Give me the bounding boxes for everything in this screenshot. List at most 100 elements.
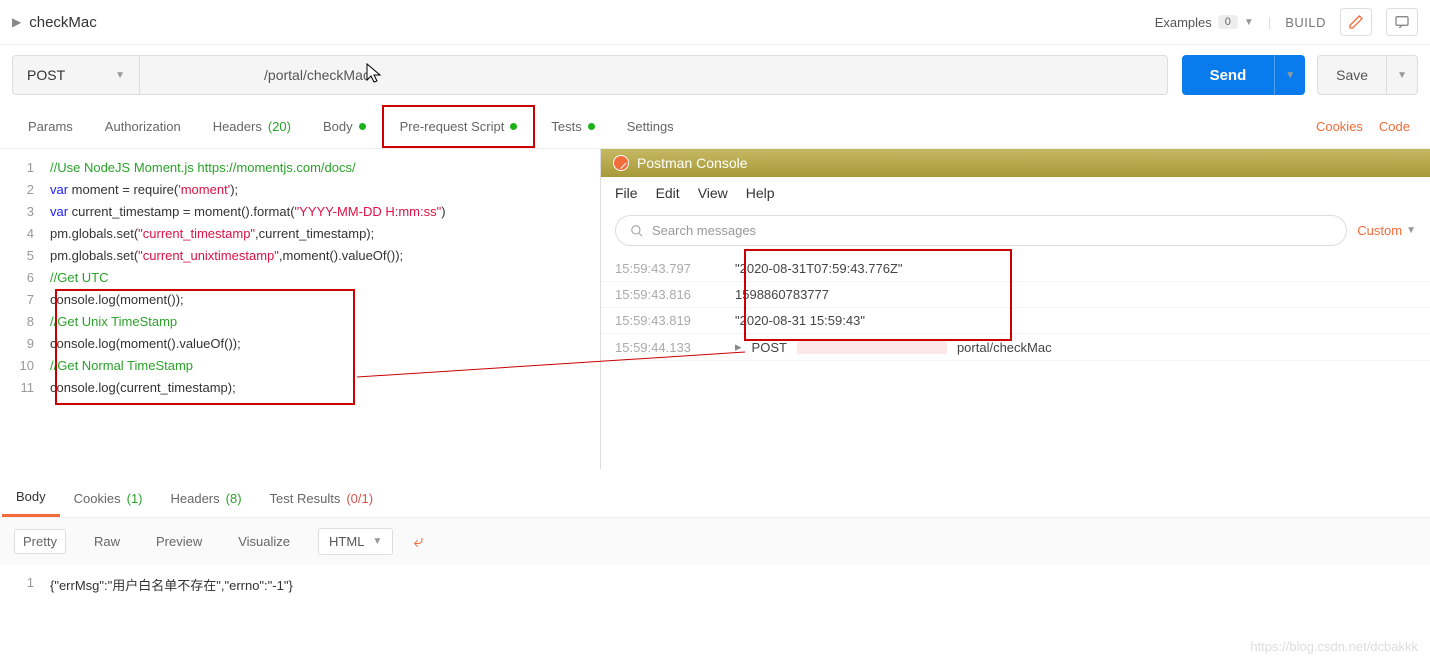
line-number: 9 (0, 333, 50, 355)
log-value: 1598860783777 (735, 287, 829, 302)
tab-authorization[interactable]: Authorization (89, 107, 197, 146)
menu-edit[interactable]: Edit (656, 185, 680, 201)
format-select[interactable]: HTML ▼ (318, 528, 393, 555)
console-pane: Postman Console File Edit View Help Sear… (600, 149, 1430, 469)
log-row[interactable]: 15:59:43.797 "2020-08-31T07:59:43.776Z" (601, 256, 1430, 282)
log-row[interactable]: 15:59:43.816 1598860783777 (601, 282, 1430, 308)
line-number: 2 (0, 179, 50, 201)
view-raw[interactable]: Raw (86, 530, 128, 553)
redacted-url (797, 340, 947, 354)
response-body[interactable]: 1{"errMsg":"用户白名单不存在","errno":"-1"} (0, 565, 1430, 604)
send-button[interactable]: Send (1182, 55, 1275, 95)
console-title: Postman Console (637, 155, 748, 171)
code-editor-pane[interactable]: 1//Use NodeJS Moment.js https://momentjs… (0, 149, 600, 469)
response-line[interactable]: 1{"errMsg":"用户白名单不存在","errno":"-1"} (0, 575, 1430, 594)
code-line[interactable]: 2var moment = require('moment'); (0, 179, 600, 201)
save-button[interactable]: Save (1317, 55, 1387, 95)
search-placeholder: Search messages (652, 223, 756, 238)
log-time: 15:59:43.816 (615, 287, 725, 302)
edit-button[interactable] (1340, 8, 1372, 36)
code-editor[interactable]: 1//Use NodeJS Moment.js https://momentjs… (0, 149, 600, 407)
line-number: 4 (0, 223, 50, 245)
cookies-link[interactable]: Cookies (1316, 119, 1363, 134)
tab-settings[interactable]: Settings (611, 107, 690, 146)
resp-tab-cookies[interactable]: Cookies (1) (60, 481, 157, 516)
view-visualize[interactable]: Visualize (230, 530, 298, 553)
tab-tests[interactable]: Tests (535, 107, 610, 146)
resp-tab-test-results[interactable]: Test Results (0/1) (256, 481, 388, 516)
log-row[interactable]: 15:59:43.819 "2020-08-31 15:59:43" (601, 308, 1430, 334)
method-value: POST (27, 67, 65, 83)
postman-icon (613, 155, 629, 171)
response-tabs: Body Cookies (1) Headers (8) Test Result… (0, 479, 1430, 518)
menu-help[interactable]: Help (746, 185, 775, 201)
request-url-row: POST ▼ /portal/checkMac Send ▼ Save ▼ (0, 45, 1430, 105)
log-row[interactable]: 15:59:44.133 ▸ POST portal/checkMac (601, 334, 1430, 361)
code-line[interactable]: 9console.log(moment().valueOf()); (0, 333, 600, 355)
line-number: 8 (0, 311, 50, 333)
line-number: 1 (0, 157, 50, 179)
examples-dropdown[interactable]: Examples 0 ▼ (1155, 15, 1254, 30)
examples-count: 0 (1218, 15, 1238, 29)
code-line[interactable]: 3var current_timestamp = moment().format… (0, 201, 600, 223)
log-url-suffix: portal/checkMac (957, 340, 1052, 355)
chevron-down-icon: ▼ (372, 536, 382, 547)
log-value: "2020-08-31T07:59:43.776Z" (735, 261, 903, 276)
dot-icon (588, 123, 595, 130)
view-pretty[interactable]: Pretty (14, 529, 66, 554)
request-header-bar: ▶ checkMac Examples 0 ▼ | BUILD (0, 0, 1430, 45)
console-menu: File Edit View Help (601, 177, 1430, 209)
console-titlebar: Postman Console (601, 149, 1430, 177)
code-line[interactable]: 1//Use NodeJS Moment.js https://momentjs… (0, 157, 600, 179)
expand-arrow-icon[interactable]: ▸ (735, 339, 742, 355)
menu-view[interactable]: View (698, 185, 728, 201)
url-input[interactable]: /portal/checkMac (139, 55, 1168, 95)
collapse-caret-icon[interactable]: ▶ (12, 15, 21, 29)
code-line[interactable]: 4pm.globals.set("current_timestamp",curr… (0, 223, 600, 245)
menu-file[interactable]: File (615, 185, 638, 201)
tab-headers[interactable]: Headers (20) (197, 107, 307, 146)
search-icon (630, 224, 644, 238)
code-line[interactable]: 11console.log(current_timestamp); (0, 377, 600, 399)
response-toolbar: Pretty Raw Preview Visualize HTML ▼ ⤶ (0, 518, 1430, 565)
chevron-down-icon: ▼ (1406, 225, 1416, 236)
view-preview[interactable]: Preview (148, 530, 210, 553)
chevron-down-icon: ▼ (115, 70, 125, 81)
tab-params[interactable]: Params (12, 107, 89, 146)
log-time: 15:59:44.133 (615, 340, 725, 355)
comment-button[interactable] (1386, 8, 1418, 36)
resp-tab-body[interactable]: Body (2, 479, 60, 517)
save-dropdown[interactable]: ▼ (1387, 55, 1418, 95)
log-time: 15:59:43.819 (615, 313, 725, 328)
code-link[interactable]: Code (1379, 119, 1410, 134)
request-tabs: Params Authorization Headers (20) Body P… (0, 105, 1430, 149)
watermark: https://blog.csdn.net/dcbakkk (1250, 639, 1418, 654)
line-number: 3 (0, 201, 50, 223)
log-time: 15:59:43.797 (615, 261, 725, 276)
console-log-list: 15:59:43.797"2020-08-31T07:59:43.776Z"15… (601, 252, 1430, 365)
code-line[interactable]: 8//Get Unix TimeStamp (0, 311, 600, 333)
url-visible-part: /portal/checkMac (264, 67, 370, 83)
resp-tab-headers[interactable]: Headers (8) (157, 481, 256, 516)
tab-prerequest-script[interactable]: Pre-request Script (382, 105, 536, 148)
send-dropdown[interactable]: ▼ (1274, 55, 1305, 95)
line-number: 7 (0, 289, 50, 311)
examples-label: Examples (1155, 15, 1212, 30)
tab-body[interactable]: Body (307, 107, 382, 146)
line-number: 10 (0, 355, 50, 377)
wrap-lines-icon[interactable]: ⤶ (413, 531, 423, 552)
method-select[interactable]: POST ▼ (12, 55, 139, 95)
line-number: 6 (0, 267, 50, 289)
dot-icon (359, 123, 366, 130)
line-number: 5 (0, 245, 50, 267)
custom-filter-dropdown[interactable]: Custom ▼ (1357, 223, 1416, 238)
code-line[interactable]: 5pm.globals.set("current_unixtimestamp",… (0, 245, 600, 267)
code-line[interactable]: 7console.log(moment()); (0, 289, 600, 311)
code-line[interactable]: 6//Get UTC (0, 267, 600, 289)
console-search-input[interactable]: Search messages (615, 215, 1347, 246)
log-method: POST (752, 340, 787, 355)
chevron-down-icon: ▼ (1244, 17, 1254, 28)
request-title: checkMac (29, 14, 97, 31)
code-line[interactable]: 10//Get Normal TimeStamp (0, 355, 600, 377)
log-value: "2020-08-31 15:59:43" (735, 313, 865, 328)
